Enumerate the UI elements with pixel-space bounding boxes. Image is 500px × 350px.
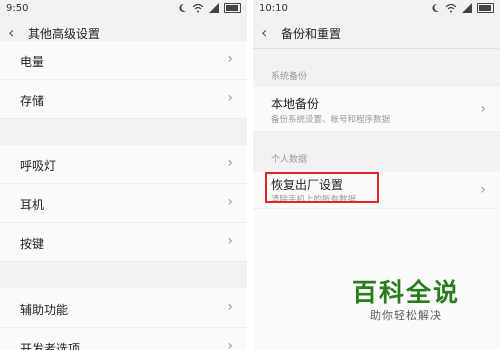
chevron-right-icon: › — [480, 101, 486, 117]
status-time: 10:10 — [259, 3, 288, 14]
left-screen: 9:50 ‹ 其他高级设置 电量 › 存储 › 呼吸灯 › 耳机 › 按键 › … — [0, 0, 247, 350]
settings-item-label: 耳机 — [20, 198, 45, 212]
status-icons — [431, 2, 494, 13]
wifi-icon — [445, 3, 457, 13]
watermark-sub-text: 助你轻松解决 — [370, 309, 442, 322]
settings-item-battery[interactable]: 电量 › — [0, 41, 247, 80]
settings-item-storage[interactable]: 存储 › — [0, 80, 247, 119]
settings-item-label: 辅助功能 — [20, 303, 69, 317]
wifi-icon — [192, 3, 204, 13]
chevron-right-icon: › — [227, 51, 233, 67]
chevron-right-icon: › — [480, 182, 486, 198]
settings-item-label: 呼吸灯 — [20, 159, 57, 173]
highlight-box — [265, 172, 379, 203]
watermark-logo: 百科全说 助你轻松解决 — [340, 273, 470, 333]
signal-icon — [462, 2, 472, 13]
chevron-right-icon: › — [227, 155, 233, 171]
moon-icon — [178, 3, 187, 13]
watermark-main-text: 百科全说 — [352, 278, 461, 307]
moon-icon — [431, 3, 440, 13]
chevron-left-icon[interactable]: ‹ — [8, 25, 24, 41]
section-header-backup-bg: 系统备份 — [253, 49, 500, 87]
settings-item-developer-options[interactable]: 开发者选项 › — [0, 328, 247, 350]
chevron-right-icon: › — [227, 233, 233, 249]
status-icons — [178, 2, 241, 13]
chevron-left-icon[interactable]: ‹ — [261, 25, 277, 41]
settings-item-accessibility[interactable]: 辅助功能 › — [0, 289, 247, 328]
page-title: 其他高级设置 — [28, 27, 101, 41]
status-bar: 10:10 — [253, 0, 500, 18]
settings-item-breathing-light[interactable]: 呼吸灯 › — [0, 145, 247, 184]
settings-item-label: 开发者选项 — [20, 342, 81, 350]
section-header-backup: 系统备份 — [271, 72, 308, 82]
settings-item-label: 电量 — [20, 55, 45, 69]
settings-item-label: 按键 — [20, 237, 45, 251]
settings-item-buttons[interactable]: 按键 › — [0, 223, 247, 262]
local-backup-item[interactable]: 本地备份 备份系统设置、帐号和程序数据 › — [253, 87, 500, 132]
settings-item-label: 存储 — [20, 94, 45, 108]
chevron-right-icon: › — [227, 194, 233, 210]
local-backup-subtitle: 备份系统设置、帐号和程序数据 — [271, 115, 391, 125]
section-header-personal: 个人数据 — [271, 155, 308, 165]
section-divider — [0, 262, 247, 288]
battery-icon — [477, 3, 494, 13]
signal-icon — [209, 2, 219, 13]
status-time: 9:50 — [6, 3, 29, 14]
chevron-right-icon: › — [227, 299, 233, 315]
chevron-right-icon: › — [227, 338, 233, 350]
settings-item-headphones[interactable]: 耳机 › — [0, 184, 247, 223]
chevron-right-icon: › — [227, 90, 233, 106]
title-bar: ‹ 备份和重置 — [253, 18, 500, 49]
section-header-personal-bg: 个人数据 — [253, 132, 500, 172]
status-bar: 9:50 — [0, 0, 247, 18]
page-title: 备份和重置 — [281, 27, 342, 41]
battery-icon — [224, 3, 241, 13]
section-divider — [0, 119, 247, 145]
local-backup-title: 本地备份 — [271, 97, 320, 111]
